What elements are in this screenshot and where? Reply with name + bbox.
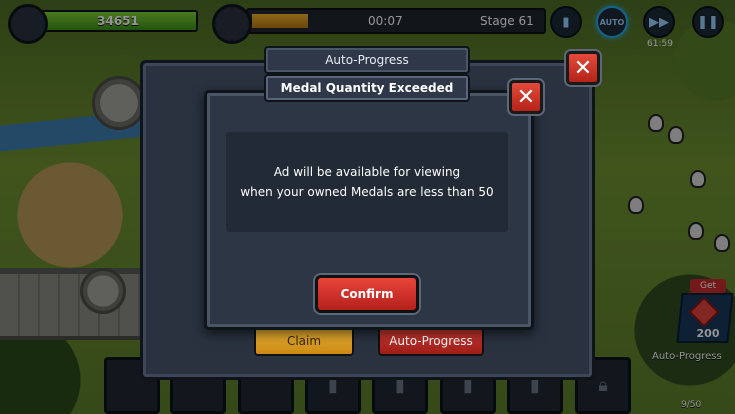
dialog-close-button[interactable]: ✕ — [509, 80, 543, 114]
claim-button[interactable]: Claim — [254, 326, 354, 356]
message-line-2: when your owned Medals are less than 50 — [240, 185, 494, 199]
dialog-title: Medal Quantity Exceeded — [264, 74, 470, 102]
auto-progress-button[interactable]: Auto-Progress — [378, 326, 484, 356]
confirm-button[interactable]: Confirm — [315, 275, 419, 313]
confirm-label: Confirm — [340, 287, 394, 301]
auto-progress-close-button[interactable]: ✕ — [566, 51, 600, 85]
dialog-message: Ad will be available for viewing when yo… — [226, 132, 508, 232]
close-icon: ✕ — [516, 84, 536, 110]
auto-progress-button-label: Auto-Progress — [389, 334, 473, 348]
close-icon: ✕ — [573, 55, 593, 81]
auto-progress-title: Auto-Progress — [264, 46, 470, 74]
claim-label: Claim — [286, 334, 322, 348]
message-line-1: Ad will be available for viewing — [273, 165, 461, 179]
